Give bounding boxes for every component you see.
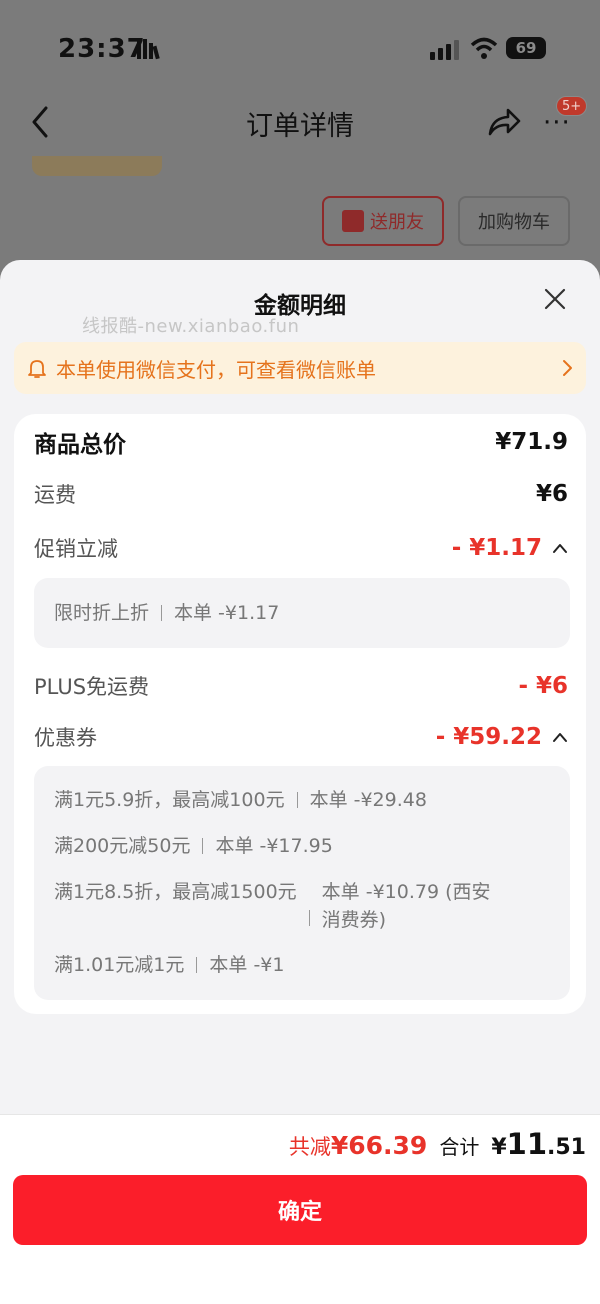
wifi-icon <box>470 37 498 59</box>
plus-shipping-value: - ¥6 <box>518 673 568 699</box>
coupon-value: - ¥59.22 <box>435 724 542 750</box>
coupon-detail-line: 满1.01元减1元 本单 -¥1 <box>54 951 554 979</box>
status-bar: 23:37 69 <box>0 0 600 96</box>
confirm-button[interactable]: 确定 <box>13 1175 587 1245</box>
price-breakdown-card: 商品总价 ¥71.9 运费 ¥6 促销立减 - ¥1.17 限时折上折 本单 -… <box>14 414 586 1014</box>
chevron-right-icon <box>563 360 572 376</box>
coupon-detail-box: 满1元5.9折，最高减100元 本单 -¥29.48 满200元减50元 本单 … <box>34 766 570 1000</box>
divider <box>202 838 204 854</box>
total-decimal: .51 <box>547 1135 586 1160</box>
promo-label: 促销立减 <box>34 537 118 561</box>
status-time: 23:37 <box>58 34 146 64</box>
total-line: 共减¥66.39 合计 ¥11.51 <box>289 1127 586 1161</box>
coupon-label: 优惠券 <box>34 726 97 750</box>
close-icon[interactable] <box>542 286 568 312</box>
shipping-value: ¥6 <box>535 481 568 507</box>
coupon-detail-line: 满1元5.9折，最高减100元 本单 -¥29.48 <box>54 786 554 814</box>
watermark: 线报酷-new.xianbao.fun <box>82 316 300 337</box>
coupon-row[interactable]: 优惠券 - ¥59.22 <box>34 719 568 755</box>
plus-shipping-row: PLUS免运费 - ¥6 <box>34 668 568 704</box>
shipping-label: 运费 <box>34 483 76 507</box>
goods-total-value: ¥71.9 <box>495 429 568 455</box>
shipping-row: 运费 ¥6 <box>34 476 568 512</box>
nav-bar: 订单详情 ··· <box>0 96 600 152</box>
wechat-notice-text: 本单使用微信支付，可查看微信账单 <box>56 357 376 382</box>
product-image <box>32 156 162 176</box>
chevron-up-icon[interactable] <box>552 731 568 743</box>
coupon-detail-amount: 本单 -¥29.48 <box>309 789 427 811</box>
plus-shipping-label: PLUS免运费 <box>34 675 150 699</box>
more-icon[interactable]: ··· <box>543 110 571 136</box>
coupon-detail-name: 满1.01元减1元 <box>54 954 185 976</box>
saved-amount: 共减¥66.39 <box>289 1131 427 1161</box>
coupon-detail-name: 满1元5.9折，最高减100元 <box>54 789 285 811</box>
divider <box>196 957 198 973</box>
coupon-detail-name: 满1元8.5折，最高减1500元 <box>54 881 297 903</box>
coupon-detail-line: 满200元减50元 本单 -¥17.95 <box>54 832 554 860</box>
send-friend-button[interactable]: 送朋友 <box>322 196 444 246</box>
promo-detail-amount: 本单 -¥1.17 <box>174 602 280 624</box>
divider <box>296 792 298 808</box>
promo-detail-line: 限时折上折 本单 -¥1.17 <box>54 599 554 627</box>
cellular-signal-icon <box>430 40 459 60</box>
coupon-detail-amount: 本单 -¥17.95 <box>215 835 333 857</box>
share-icon[interactable] <box>486 104 522 138</box>
promo-value: - ¥1.17 <box>451 535 542 561</box>
saved-value: ¥66.39 <box>330 1131 428 1160</box>
add-to-cart-button[interactable]: 加购物车 <box>458 196 570 246</box>
promo-detail-name: 限时折上折 <box>54 602 150 624</box>
total-integer: 11 <box>506 1127 548 1161</box>
divider <box>161 605 163 621</box>
promo-row[interactable]: 促销立减 - ¥1.17 <box>34 530 568 566</box>
gift-icon <box>342 210 364 232</box>
chevron-up-icon[interactable] <box>552 542 568 554</box>
summary-footer: 共减¥66.39 合计 ¥11.51 确定 <box>0 1114 600 1304</box>
coupon-detail-name: 满200元减50元 <box>54 835 191 857</box>
divider <box>308 910 310 926</box>
books-icon <box>137 39 160 60</box>
coupon-detail-amount: 本单 -¥10.79 (西安消费券) <box>321 881 491 931</box>
background-page: 23:37 69 订单详情 ··· 5+ 送朋友 加购物车 <box>0 0 600 300</box>
goods-total-label: 商品总价 <box>34 432 126 458</box>
battery-indicator: 69 <box>506 37 546 59</box>
background-actions: 送朋友 加购物车 <box>322 196 570 246</box>
total-amount: ¥11.51 <box>491 1127 586 1161</box>
send-friend-label: 送朋友 <box>370 212 424 233</box>
coupon-detail-amount: 本单 -¥1 <box>209 954 285 976</box>
bell-icon <box>28 360 46 378</box>
coupon-detail-line: 满1元8.5折，最高减1500元 本单 -¥10.79 (西安消费券) <box>54 878 554 934</box>
saved-label: 共减 <box>288 1135 331 1159</box>
notification-badge: 5+ <box>556 96 588 116</box>
promo-detail-box: 限时折上折 本单 -¥1.17 <box>34 578 570 648</box>
wechat-bill-notice[interactable]: 本单使用微信支付，可查看微信账单 <box>14 342 586 394</box>
total-currency: ¥ <box>491 1135 507 1160</box>
goods-total-row: 商品总价 ¥71.9 <box>34 424 568 460</box>
total-label: 合计 <box>439 1135 480 1159</box>
